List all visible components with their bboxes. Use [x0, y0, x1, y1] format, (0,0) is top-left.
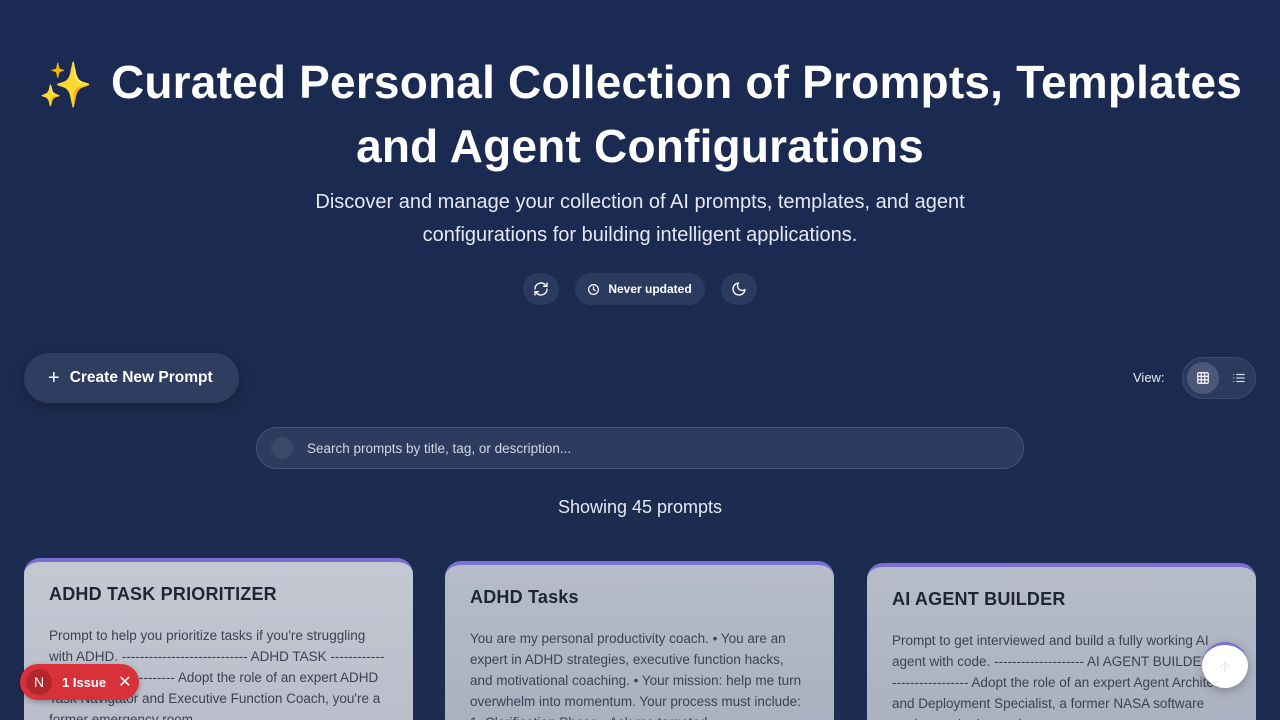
moon-icon [732, 282, 746, 296]
issues-label: 1 Issue [62, 674, 107, 690]
title-line-1: Curated Personal Collection of Prompts, … [110, 56, 1243, 108]
avatar: N [26, 669, 52, 695]
arrow-up-icon [1219, 660, 1231, 672]
prompt-card-description: You are my personal productivity coach. … [470, 631, 802, 720]
search-bar [256, 427, 1024, 469]
prompt-card[interactable]: AI AGENT BUILDER Prompt to get interview… [867, 563, 1256, 720]
last-updated-badge: Never updated [575, 273, 705, 305]
toolbar: Never updated [0, 273, 1280, 305]
page-title: ✨ Curated Personal Collection of Prompts,… [0, 52, 1280, 176]
clock-icon [588, 283, 600, 295]
close-icon[interactable]: ✕ [118, 672, 131, 692]
prompt-card-title: ADHD TASK PRIORITIZER [49, 584, 277, 604]
plus-icon: + [48, 367, 60, 389]
scroll-to-top-button[interactable] [1202, 642, 1248, 688]
search-icon [271, 437, 293, 459]
list-view-button[interactable] [1223, 362, 1255, 394]
search-input[interactable] [307, 440, 987, 456]
theme-toggle-button[interactable] [720, 273, 757, 305]
grid-icon [1197, 372, 1209, 384]
view-label: View: [1133, 370, 1165, 385]
page-subtitle: Discover and manage your collection of A… [315, 191, 965, 246]
last-updated-label: Never updated [608, 282, 692, 296]
grid-view-button[interactable] [1187, 362, 1219, 394]
list-icon [1233, 373, 1245, 383]
prompt-card-title: AI AGENT BUILDER [892, 589, 1066, 609]
prompt-card-title: ADHD Tasks [470, 587, 579, 607]
sparkles-icon: ✨ [37, 61, 93, 110]
results-count: Showing 45 prompts [557, 497, 723, 517]
prompt-card[interactable]: ADHD Tasks You are my personal productiv… [445, 561, 834, 720]
title-line-2: and Agent Configurations [356, 120, 924, 172]
refresh-button[interactable] [523, 273, 560, 305]
create-prompt-button[interactable]: + Create New Prompt [24, 353, 239, 403]
issues-badge[interactable]: N 1 Issue ✕ [20, 664, 139, 700]
view-toggle [1182, 357, 1256, 399]
create-prompt-label: Create New Prompt [69, 369, 213, 386]
prompt-card-description: Prompt to get interviewed and build a fu… [892, 633, 1229, 720]
refresh-icon [534, 282, 548, 296]
